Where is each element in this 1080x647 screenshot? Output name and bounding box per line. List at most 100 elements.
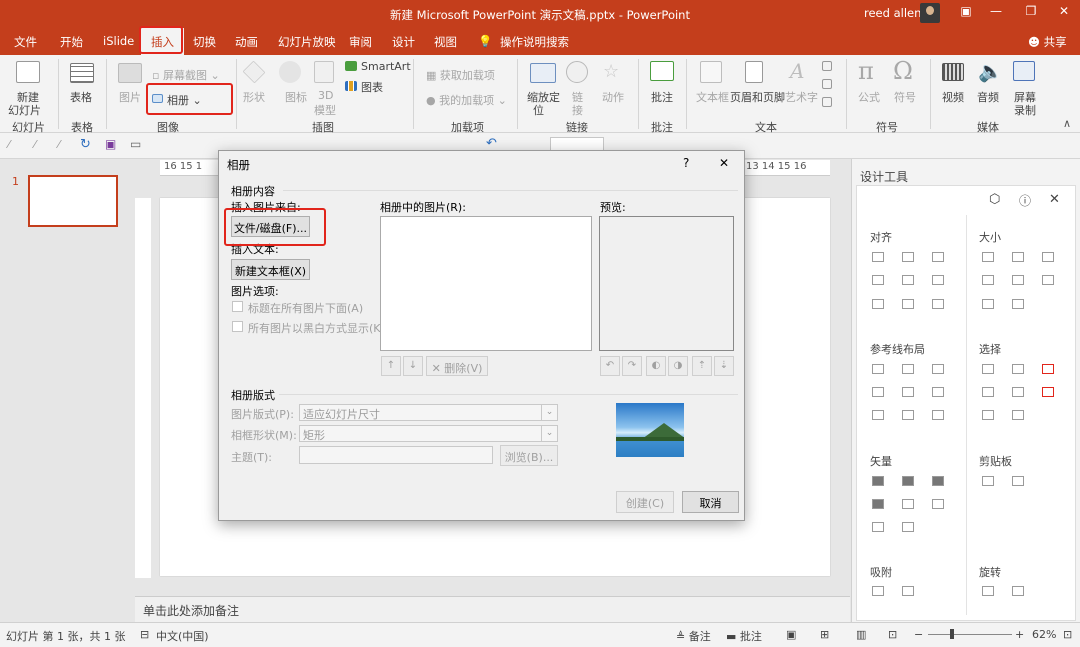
size-icon[interactable] (1012, 299, 1024, 309)
vector-icon[interactable] (902, 499, 914, 509)
vector-icon[interactable] (872, 476, 884, 486)
align-center-icon[interactable] (902, 252, 914, 262)
header-footer-label[interactable]: 页眉和页脚 (730, 89, 785, 105)
zoom-in-icon[interactable]: + (1015, 628, 1024, 641)
select-icon[interactable] (982, 364, 994, 374)
vector-icon[interactable] (872, 499, 884, 509)
tab-design[interactable]: 设计 (392, 34, 415, 50)
rotate-icon[interactable] (1012, 586, 1024, 596)
comment-icon[interactable] (650, 61, 674, 81)
guide-icon[interactable] (932, 387, 944, 397)
new-textbox-button[interactable]: 新建文本框(X) (231, 259, 310, 280)
screen-record-label-b[interactable]: 录制 (1014, 102, 1036, 118)
spellcheck-icon[interactable]: ⊟ (140, 628, 149, 641)
user-name[interactable]: reed allen (864, 6, 921, 20)
guide-icon[interactable] (872, 364, 884, 374)
table-label[interactable]: 表格 (70, 89, 92, 105)
language[interactable]: 中文(中国) (156, 628, 209, 644)
tab-review[interactable]: 审阅 (349, 34, 372, 50)
audio-icon[interactable]: 🔈 (978, 59, 1003, 83)
minimize-icon[interactable]: — (985, 4, 1007, 18)
align-right-icon[interactable] (932, 252, 944, 262)
guide-icon[interactable] (872, 410, 884, 420)
zoom-level[interactable]: 62% (1032, 628, 1056, 641)
size-icon[interactable] (1012, 275, 1024, 285)
same-height-icon[interactable] (1012, 252, 1024, 262)
same-width-icon[interactable] (982, 252, 994, 262)
tab-file[interactable]: 文件 (14, 34, 37, 50)
restore-icon[interactable]: ❐ (1020, 4, 1042, 18)
normal-view-icon[interactable]: ▣ (786, 628, 796, 641)
align-left-icon[interactable] (872, 252, 884, 262)
vector-icon[interactable] (902, 476, 914, 486)
audio-label[interactable]: 音频 (977, 89, 999, 105)
eyedropper-icon[interactable]: ⁄ (58, 138, 60, 151)
settings-icon[interactable]: ⬡ (989, 192, 1000, 207)
video-icon[interactable] (942, 63, 964, 81)
save-icon[interactable]: ▣ (105, 137, 116, 151)
table-icon[interactable] (70, 63, 94, 83)
chart-label[interactable]: 图表 (361, 79, 383, 95)
align-middle-icon[interactable] (902, 275, 914, 285)
align-bottom-icon[interactable] (932, 275, 944, 285)
size-icon[interactable] (982, 275, 994, 285)
share-button[interactable]: ☻ 共享 (1028, 34, 1067, 50)
select-icon[interactable] (1012, 410, 1024, 420)
align-top-icon[interactable] (872, 275, 884, 285)
tell-me-search[interactable]: 操作说明搜索 (500, 34, 569, 50)
undo-icon[interactable]: ↶ (486, 136, 497, 151)
slide-number-icon[interactable] (822, 79, 832, 89)
smartart-icon[interactable] (345, 61, 357, 71)
select-icon[interactable] (1042, 387, 1054, 397)
date-time-icon[interactable] (822, 61, 832, 71)
guide-icon[interactable] (902, 364, 914, 374)
select-icon[interactable] (1012, 364, 1024, 374)
vector-icon[interactable] (902, 522, 914, 532)
slideshow-view-icon[interactable]: ⊡ (888, 628, 897, 641)
tab-home[interactable]: 开始 (60, 34, 83, 50)
zoom-slider[interactable] (928, 634, 1012, 635)
comment-label[interactable]: 批注 (651, 89, 673, 105)
avatar[interactable] (920, 3, 940, 23)
collapse-ribbon-icon[interactable]: ∧ (1063, 117, 1071, 130)
cancel-button[interactable]: 取消 (682, 491, 739, 513)
select-icon[interactable] (1012, 387, 1024, 397)
size-icon[interactable] (982, 299, 994, 309)
help-icon[interactable]: ? (683, 156, 689, 170)
tab-islide[interactable]: iSlide (103, 34, 134, 48)
refresh-icon[interactable]: ↻ (80, 137, 91, 152)
same-size-icon[interactable] (1042, 252, 1054, 262)
help-icon[interactable]: ⓘ (1019, 192, 1031, 209)
rotate-icon[interactable] (982, 586, 994, 596)
guide-icon[interactable] (902, 410, 914, 420)
comments-toggle[interactable]: ▬ 批注 (726, 628, 762, 644)
reading-view-icon[interactable]: ▥ (856, 628, 866, 641)
tab-view[interactable]: 视图 (434, 34, 457, 50)
close-pane-icon[interactable]: ✕ (1049, 192, 1060, 207)
notes-toggle[interactable]: ≜ 备注 (676, 628, 711, 644)
copy-icon[interactable] (982, 476, 994, 486)
vector-icon[interactable] (932, 499, 944, 509)
select-icon[interactable] (1042, 364, 1054, 374)
fit-slide-icon[interactable]: ⊡ (1063, 628, 1072, 641)
tab-slideshow[interactable]: 幻灯片放映 (278, 34, 336, 50)
guide-icon[interactable] (932, 364, 944, 374)
distribute-v-icon[interactable] (902, 299, 914, 309)
slide-thumbnail[interactable] (28, 175, 118, 227)
dialog-close-icon[interactable]: ✕ (719, 156, 729, 170)
new-slide-label-bottom[interactable]: 幻灯片 (8, 102, 41, 118)
select-icon[interactable] (982, 410, 994, 420)
zoom-slider-thumb[interactable] (950, 629, 954, 639)
guide-icon[interactable] (902, 387, 914, 397)
zoom-label-b[interactable]: 位 (533, 102, 544, 118)
tab-animations[interactable]: 动画 (235, 34, 258, 50)
chart-icon[interactable] (345, 81, 357, 91)
header-footer-icon[interactable] (745, 61, 763, 83)
close-icon[interactable]: ✕ (1053, 4, 1075, 18)
new-slide-icon[interactable] (16, 61, 40, 83)
eyedropper-icon[interactable]: ⁄ (34, 138, 36, 151)
zoom-icon[interactable] (530, 63, 556, 83)
snap-icon[interactable] (902, 586, 914, 596)
sorter-view-icon[interactable]: ⊞ (820, 628, 829, 641)
zoom-out-icon[interactable]: − (914, 628, 923, 641)
